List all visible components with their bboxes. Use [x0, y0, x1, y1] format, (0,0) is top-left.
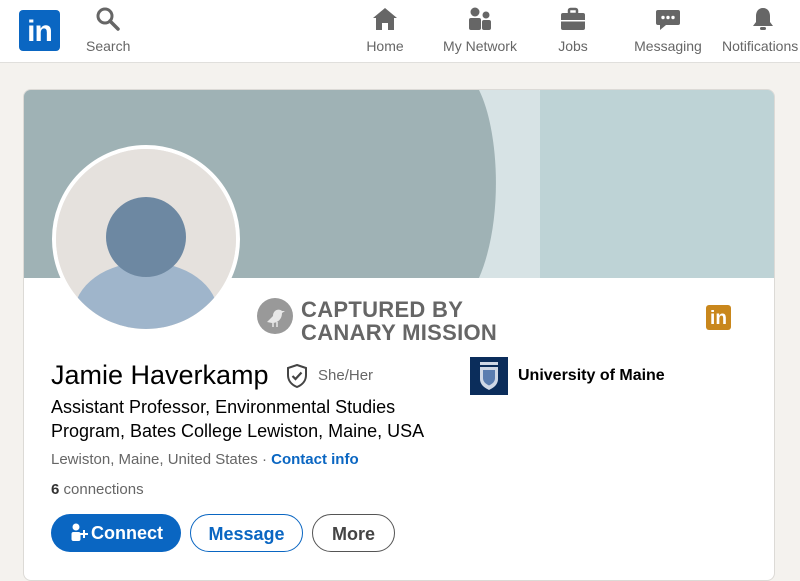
watermark-line-1: CAPTURED BY [301, 297, 464, 322]
top-navbar: in Search Home My Network Jobs Messaging… [0, 0, 800, 63]
message-button-label: Message [208, 524, 285, 544]
add-person-icon [71, 523, 88, 541]
education-link[interactable]: University of Maine [518, 367, 665, 385]
watermark-text: CAPTURED BY CANARY MISSION [301, 298, 497, 344]
nav-my-network-label: My Network [443, 38, 517, 54]
profile-location-row: Lewiston, Maine, United States · Contact… [51, 451, 359, 468]
connections-count[interactable]: 6 connections [51, 481, 144, 498]
more-button[interactable]: More [312, 514, 395, 552]
home-icon [373, 8, 397, 30]
nav-notifications-label: Notifications [722, 38, 799, 54]
messaging-icon [656, 10, 680, 30]
message-button[interactable]: Message [190, 514, 303, 552]
profile-headline: Assistant Professor, Environmental Studi… [51, 397, 425, 441]
location-separator: · [257, 451, 272, 468]
nav-messaging-label: Messaging [634, 38, 702, 54]
profile-avatar[interactable] [52, 145, 240, 333]
watermark-line-2: CANARY MISSION [301, 320, 498, 345]
nav-home[interactable]: Home [364, 6, 406, 54]
nav-notifications[interactable]: Notifications [722, 6, 800, 54]
linkedin-logo[interactable]: in [19, 10, 60, 51]
linkedin-badge-icon: in [706, 305, 731, 330]
university-logo[interactable] [470, 357, 508, 395]
contact-info-link[interactable]: Contact info [271, 451, 359, 468]
briefcase-icon [561, 7, 585, 30]
nav-search[interactable]: Search [86, 6, 130, 54]
connect-button[interactable]: Connect [51, 514, 181, 552]
profile-location: Lewiston, Maine, United States [51, 451, 258, 468]
avatar-placeholder-icon [56, 149, 236, 329]
university-shield-icon [470, 357, 508, 395]
bell-icon [753, 8, 773, 30]
search-icon [96, 7, 120, 31]
connect-button-label: Connect [91, 523, 163, 543]
canary-watermark: CAPTURED BY CANARY MISSION [257, 298, 497, 344]
connections-label: connections [59, 481, 144, 498]
network-icon [469, 7, 491, 30]
nav-messaging[interactable]: Messaging [633, 6, 703, 54]
verified-shield-icon[interactable] [286, 364, 308, 388]
profile-pronouns: She/Her [318, 367, 374, 384]
nav-my-network[interactable]: My Network [440, 6, 520, 54]
profile-name: Jamie Haverkamp [51, 360, 269, 390]
nav-search-label: Search [86, 38, 131, 54]
nav-jobs[interactable]: Jobs [555, 6, 591, 54]
more-button-label: More [331, 524, 375, 544]
canary-bird-icon [257, 298, 293, 334]
nav-home-label: Home [366, 38, 404, 54]
nav-jobs-label: Jobs [558, 38, 588, 54]
